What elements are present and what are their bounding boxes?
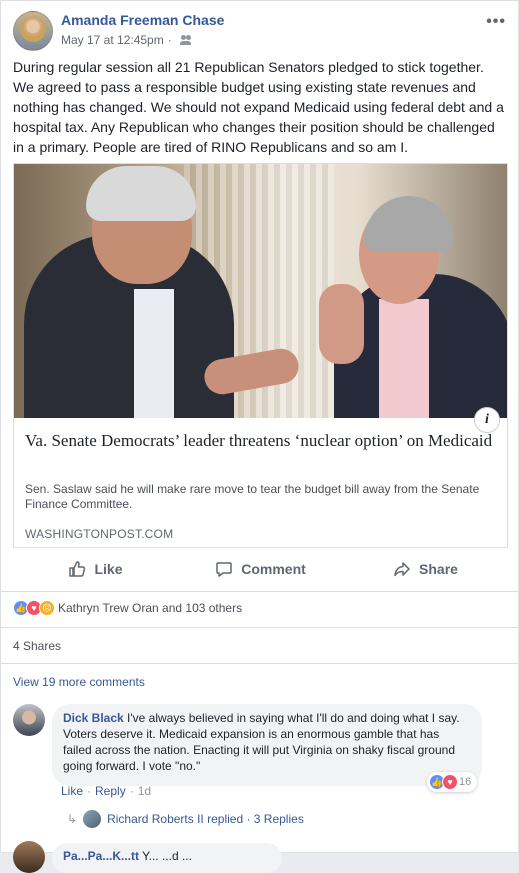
replies-link[interactable]: ↳ Richard Roberts II replied · 3 Replies (67, 810, 304, 828)
man-left-shirt (134, 289, 174, 418)
like-label: Like (94, 561, 123, 577)
replies-text[interactable]: Richard Roberts II replied · 3 Replies (107, 812, 304, 826)
next-comment-bubble: Pa...Pa...K...tt Y... ...d ... (52, 843, 282, 873)
reaction-icons: 👍 ♥ ☹ (13, 600, 55, 616)
link-title[interactable]: Va. Senate Democrats’ leader threatens ‘… (25, 430, 500, 451)
meta-separator: · (167, 33, 172, 47)
share-button[interactable]: Share (343, 554, 508, 584)
post-meta: May 17 at 12:45pm · (61, 33, 192, 47)
comment-button[interactable]: Comment (178, 554, 343, 584)
comment-bubble: Dick Black I've always believed in sayin… (52, 704, 482, 786)
comment-actions: Like · Reply · 1d (61, 784, 151, 798)
author-avatar[interactable] (13, 11, 53, 51)
friends-icon[interactable] (179, 35, 192, 45)
divider (1, 591, 518, 592)
link-preview-card[interactable]: i Va. Senate Democrats’ leader threatens… (13, 163, 508, 548)
man-right-hand (319, 284, 364, 364)
separator: · (87, 784, 92, 798)
love-reaction-icon: ♥ (442, 774, 458, 790)
post-actions: Like Comment Share (13, 554, 508, 584)
like-button[interactable]: Like (13, 554, 178, 584)
man-right-shirt (379, 299, 429, 418)
comment-like-link[interactable]: Like (61, 784, 83, 798)
post-timestamp[interactable]: May 17 at 12:45pm (61, 33, 164, 47)
next-commenter-name[interactable]: Pa...Pa...K...tt (63, 849, 139, 863)
link-description: Sen. Saslaw said he will make rare move … (25, 482, 480, 511)
next-comment: Pa...Pa...K...tt Y... ...d ... (13, 841, 508, 873)
author-name[interactable]: Amanda Freeman Chase (61, 12, 224, 28)
next-commenter-avatar[interactable] (13, 841, 45, 873)
share-label: Share (419, 561, 458, 577)
comment-reply-link[interactable]: Reply (95, 784, 126, 798)
link-source: WASHINGTONPOST.COM (25, 527, 174, 541)
reactions-summary[interactable]: 👍 ♥ ☹ Kathryn Trew Oran and 103 others (13, 600, 242, 616)
share-icon (394, 562, 410, 577)
post-header: Amanda Freeman Chase May 17 at 12:45pm ·… (13, 11, 506, 51)
post-text: During regular session all 21 Republican… (13, 59, 504, 155)
comment-reaction-count: 16 (459, 776, 472, 788)
divider (1, 663, 518, 664)
comment-icon (216, 562, 232, 577)
commenter-name[interactable]: Dick Black (63, 711, 124, 725)
comment-reactions[interactable]: 👍 ♥ 16 (427, 772, 478, 792)
divider (1, 627, 518, 628)
thumbs-up-icon (69, 561, 86, 577)
comment-time[interactable]: 1d (138, 784, 151, 798)
reactions-text[interactable]: Kathryn Trew Oran and 103 others (58, 601, 242, 615)
man-left-hair (86, 166, 196, 221)
link-preview-image[interactable] (14, 164, 507, 418)
reply-arrow-icon: ↳ (67, 812, 78, 826)
comment-label: Comment (241, 561, 306, 577)
replier-avatar (83, 810, 102, 828)
angry-reaction-icon: ☹ (39, 600, 55, 616)
more-options-icon[interactable]: ••• (486, 13, 506, 31)
next-comment-text: Y... ...d ... (142, 849, 192, 863)
comment-reaction-icons: 👍 ♥ (429, 774, 458, 790)
view-more-comments-link[interactable]: View 19 more comments (13, 675, 145, 689)
separator: · (129, 784, 134, 798)
facebook-post: Amanda Freeman Chase May 17 at 12:45pm ·… (0, 0, 519, 873)
shares-count[interactable]: 4 Shares (13, 639, 61, 653)
man-right-hair (364, 196, 454, 251)
commenter-avatar[interactable] (13, 704, 45, 736)
